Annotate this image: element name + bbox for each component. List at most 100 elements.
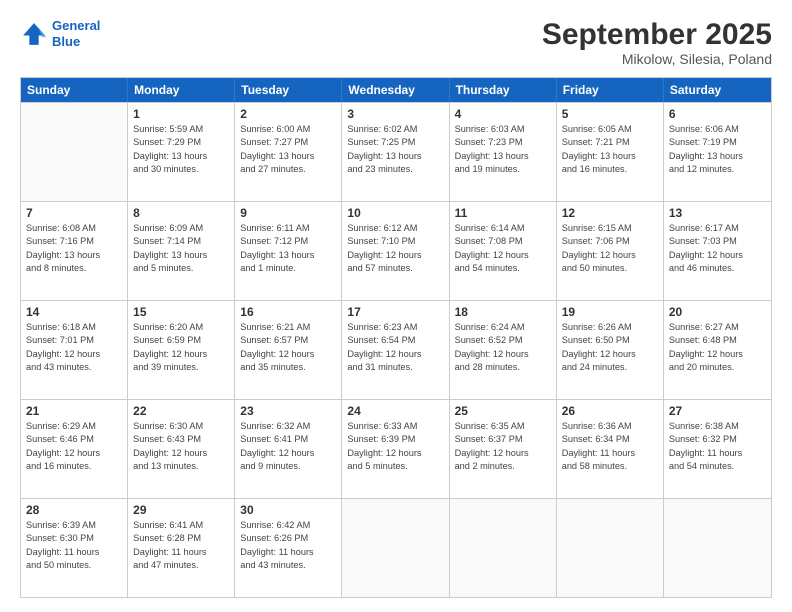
day-cell-11: 11Sunrise: 6:14 AM Sunset: 7:08 PM Dayli… <box>450 202 557 300</box>
header-day-tuesday: Tuesday <box>235 78 342 102</box>
day-info: Sunrise: 6:26 AM Sunset: 6:50 PM Dayligh… <box>562 321 658 374</box>
day-number: 8 <box>133 206 229 220</box>
header: General Blue September 2025 Mikolow, Sil… <box>20 18 772 67</box>
day-cell-8: 8 Sunrise: 6:09 AM Sunset: 7:14 PM Daylig… <box>128 202 235 300</box>
day-info: Sunrise: 6:20 AM Sunset: 6:59 PM Dayligh… <box>133 321 229 374</box>
day-number: 9 <box>240 206 336 220</box>
day-cell-3: 3 Sunrise: 6:02 AM Sunset: 7:25 PM Daylig… <box>342 103 449 201</box>
logo-text: General Blue <box>52 18 100 49</box>
day-number: 18 <box>455 305 551 319</box>
day-cell-2: 2 Sunrise: 6:00 AM Sunset: 7:27 PM Daylig… <box>235 103 342 201</box>
day-cell-5: 5 Sunrise: 6:05 AM Sunset: 7:21 PM Daylig… <box>557 103 664 201</box>
day-info: Sunrise: 6:12 AM Sunset: 7:10 PM Dayligh… <box>347 222 443 275</box>
empty-cell-4-6 <box>664 499 771 597</box>
day-info: Sunrise: 6:17 AM Sunset: 7:03 PM Dayligh… <box>669 222 766 275</box>
day-info: Sunrise: 6:27 AM Sunset: 6:48 PM Dayligh… <box>669 321 766 374</box>
day-cell-21: 21Sunrise: 6:29 AM Sunset: 6:46 PM Dayli… <box>21 400 128 498</box>
day-number: 7 <box>26 206 122 220</box>
day-cell-19: 19 Sunrise: 6:26 AM Sunset: 6:50 PM Dayli… <box>557 301 664 399</box>
week-row-1: 1Sunrise: 5:59 AM Sunset: 7:29 PM Daylig… <box>21 102 771 201</box>
header-day-saturday: Saturday <box>664 78 771 102</box>
day-cell-10: 10 Sunrise: 6:12 AM Sunset: 7:10 PM Dayli… <box>342 202 449 300</box>
day-cell-24: 24 Sunrise: 6:33 AM Sunset: 6:39 PM Dayli… <box>342 400 449 498</box>
title-block: September 2025 Mikolow, Silesia, Poland <box>542 18 772 67</box>
week-row-3: 14Sunrise: 6:18 AM Sunset: 7:01 PM Dayli… <box>21 300 771 399</box>
day-cell-7: 7Sunrise: 6:08 AM Sunset: 7:16 PM Daylig… <box>21 202 128 300</box>
day-number: 29 <box>133 503 229 517</box>
day-number: 1 <box>133 107 229 121</box>
day-cell-16: 16 Sunrise: 6:21 AM Sunset: 6:57 PM Dayli… <box>235 301 342 399</box>
calendar: SundayMondayTuesdayWednesdayThursdayFrid… <box>20 77 772 598</box>
day-number: 27 <box>669 404 766 418</box>
day-cell-17: 17 Sunrise: 6:23 AM Sunset: 6:54 PM Dayli… <box>342 301 449 399</box>
logo: General Blue <box>20 18 100 49</box>
day-number: 28 <box>26 503 122 517</box>
day-info: Sunrise: 6:35 AM Sunset: 6:37 PM Dayligh… <box>455 420 551 473</box>
day-info: Sunrise: 6:05 AM Sunset: 7:21 PM Dayligh… <box>562 123 658 176</box>
empty-cell-4-3 <box>342 499 449 597</box>
day-cell-13: 13 Sunrise: 6:17 AM Sunset: 7:03 PM Dayli… <box>664 202 771 300</box>
header-day-wednesday: Wednesday <box>342 78 449 102</box>
day-number: 6 <box>669 107 766 121</box>
week-row-5: 28 Sunrise: 6:39 AM Sunset: 6:30 PM Dayli… <box>21 498 771 597</box>
day-cell-23: 23 Sunrise: 6:32 AM Sunset: 6:41 PM Dayli… <box>235 400 342 498</box>
day-number: 12 <box>562 206 658 220</box>
calendar-header-row: SundayMondayTuesdayWednesdayThursdayFrid… <box>21 78 771 102</box>
day-cell-30: 30Sunrise: 6:42 AM Sunset: 6:26 PM Dayli… <box>235 499 342 597</box>
week-row-2: 7Sunrise: 6:08 AM Sunset: 7:16 PM Daylig… <box>21 201 771 300</box>
day-info: Sunrise: 6:09 AM Sunset: 7:14 PM Dayligh… <box>133 222 229 275</box>
header-day-monday: Monday <box>128 78 235 102</box>
month-title: September 2025 <box>542 18 772 51</box>
day-number: 24 <box>347 404 443 418</box>
day-cell-4: 4Sunrise: 6:03 AM Sunset: 7:23 PM Daylig… <box>450 103 557 201</box>
day-number: 26 <box>562 404 658 418</box>
day-info: Sunrise: 6:00 AM Sunset: 7:27 PM Dayligh… <box>240 123 336 176</box>
day-number: 16 <box>240 305 336 319</box>
empty-cell-4-5 <box>557 499 664 597</box>
day-number: 17 <box>347 305 443 319</box>
day-number: 23 <box>240 404 336 418</box>
day-info: Sunrise: 6:24 AM Sunset: 6:52 PM Dayligh… <box>455 321 551 374</box>
day-cell-28: 28 Sunrise: 6:39 AM Sunset: 6:30 PM Dayli… <box>21 499 128 597</box>
logo-icon <box>20 20 48 48</box>
day-info: Sunrise: 6:39 AM Sunset: 6:30 PM Dayligh… <box>26 519 122 572</box>
day-number: 2 <box>240 107 336 121</box>
day-number: 3 <box>347 107 443 121</box>
day-info: Sunrise: 6:23 AM Sunset: 6:54 PM Dayligh… <box>347 321 443 374</box>
day-number: 30 <box>240 503 336 517</box>
day-info: Sunrise: 6:18 AM Sunset: 7:01 PM Dayligh… <box>26 321 122 374</box>
day-info: Sunrise: 6:15 AM Sunset: 7:06 PM Dayligh… <box>562 222 658 275</box>
day-number: 20 <box>669 305 766 319</box>
day-number: 11 <box>455 206 551 220</box>
day-number: 21 <box>26 404 122 418</box>
day-info: Sunrise: 6:32 AM Sunset: 6:41 PM Dayligh… <box>240 420 336 473</box>
day-info: Sunrise: 6:38 AM Sunset: 6:32 PM Dayligh… <box>669 420 766 473</box>
week-row-4: 21Sunrise: 6:29 AM Sunset: 6:46 PM Dayli… <box>21 399 771 498</box>
day-cell-26: 26 Sunrise: 6:36 AM Sunset: 6:34 PM Dayli… <box>557 400 664 498</box>
header-day-sunday: Sunday <box>21 78 128 102</box>
day-cell-14: 14Sunrise: 6:18 AM Sunset: 7:01 PM Dayli… <box>21 301 128 399</box>
day-number: 15 <box>133 305 229 319</box>
day-cell-29: 29 Sunrise: 6:41 AM Sunset: 6:28 PM Dayli… <box>128 499 235 597</box>
day-cell-6: 6Sunrise: 6:06 AM Sunset: 7:19 PM Daylig… <box>664 103 771 201</box>
day-cell-18: 18 Sunrise: 6:24 AM Sunset: 6:52 PM Dayli… <box>450 301 557 399</box>
day-info: Sunrise: 6:36 AM Sunset: 6:34 PM Dayligh… <box>562 420 658 473</box>
day-info: Sunrise: 6:30 AM Sunset: 6:43 PM Dayligh… <box>133 420 229 473</box>
day-info: Sunrise: 6:33 AM Sunset: 6:39 PM Dayligh… <box>347 420 443 473</box>
day-number: 19 <box>562 305 658 319</box>
day-number: 10 <box>347 206 443 220</box>
day-cell-27: 27 Sunrise: 6:38 AM Sunset: 6:32 PM Dayli… <box>664 400 771 498</box>
logo-line2: Blue <box>52 34 80 49</box>
calendar-body: 1Sunrise: 5:59 AM Sunset: 7:29 PM Daylig… <box>21 102 771 597</box>
day-cell-20: 20 Sunrise: 6:27 AM Sunset: 6:48 PM Dayli… <box>664 301 771 399</box>
day-number: 5 <box>562 107 658 121</box>
day-info: Sunrise: 6:21 AM Sunset: 6:57 PM Dayligh… <box>240 321 336 374</box>
day-cell-15: 15 Sunrise: 6:20 AM Sunset: 6:59 PM Dayli… <box>128 301 235 399</box>
header-day-thursday: Thursday <box>450 78 557 102</box>
day-cell-1: 1Sunrise: 5:59 AM Sunset: 7:29 PM Daylig… <box>128 103 235 201</box>
day-info: Sunrise: 6:41 AM Sunset: 6:28 PM Dayligh… <box>133 519 229 572</box>
day-cell-25: 25Sunrise: 6:35 AM Sunset: 6:37 PM Dayli… <box>450 400 557 498</box>
day-number: 13 <box>669 206 766 220</box>
day-info: Sunrise: 6:02 AM Sunset: 7:25 PM Dayligh… <box>347 123 443 176</box>
day-cell-22: 22Sunrise: 6:30 AM Sunset: 6:43 PM Dayli… <box>128 400 235 498</box>
